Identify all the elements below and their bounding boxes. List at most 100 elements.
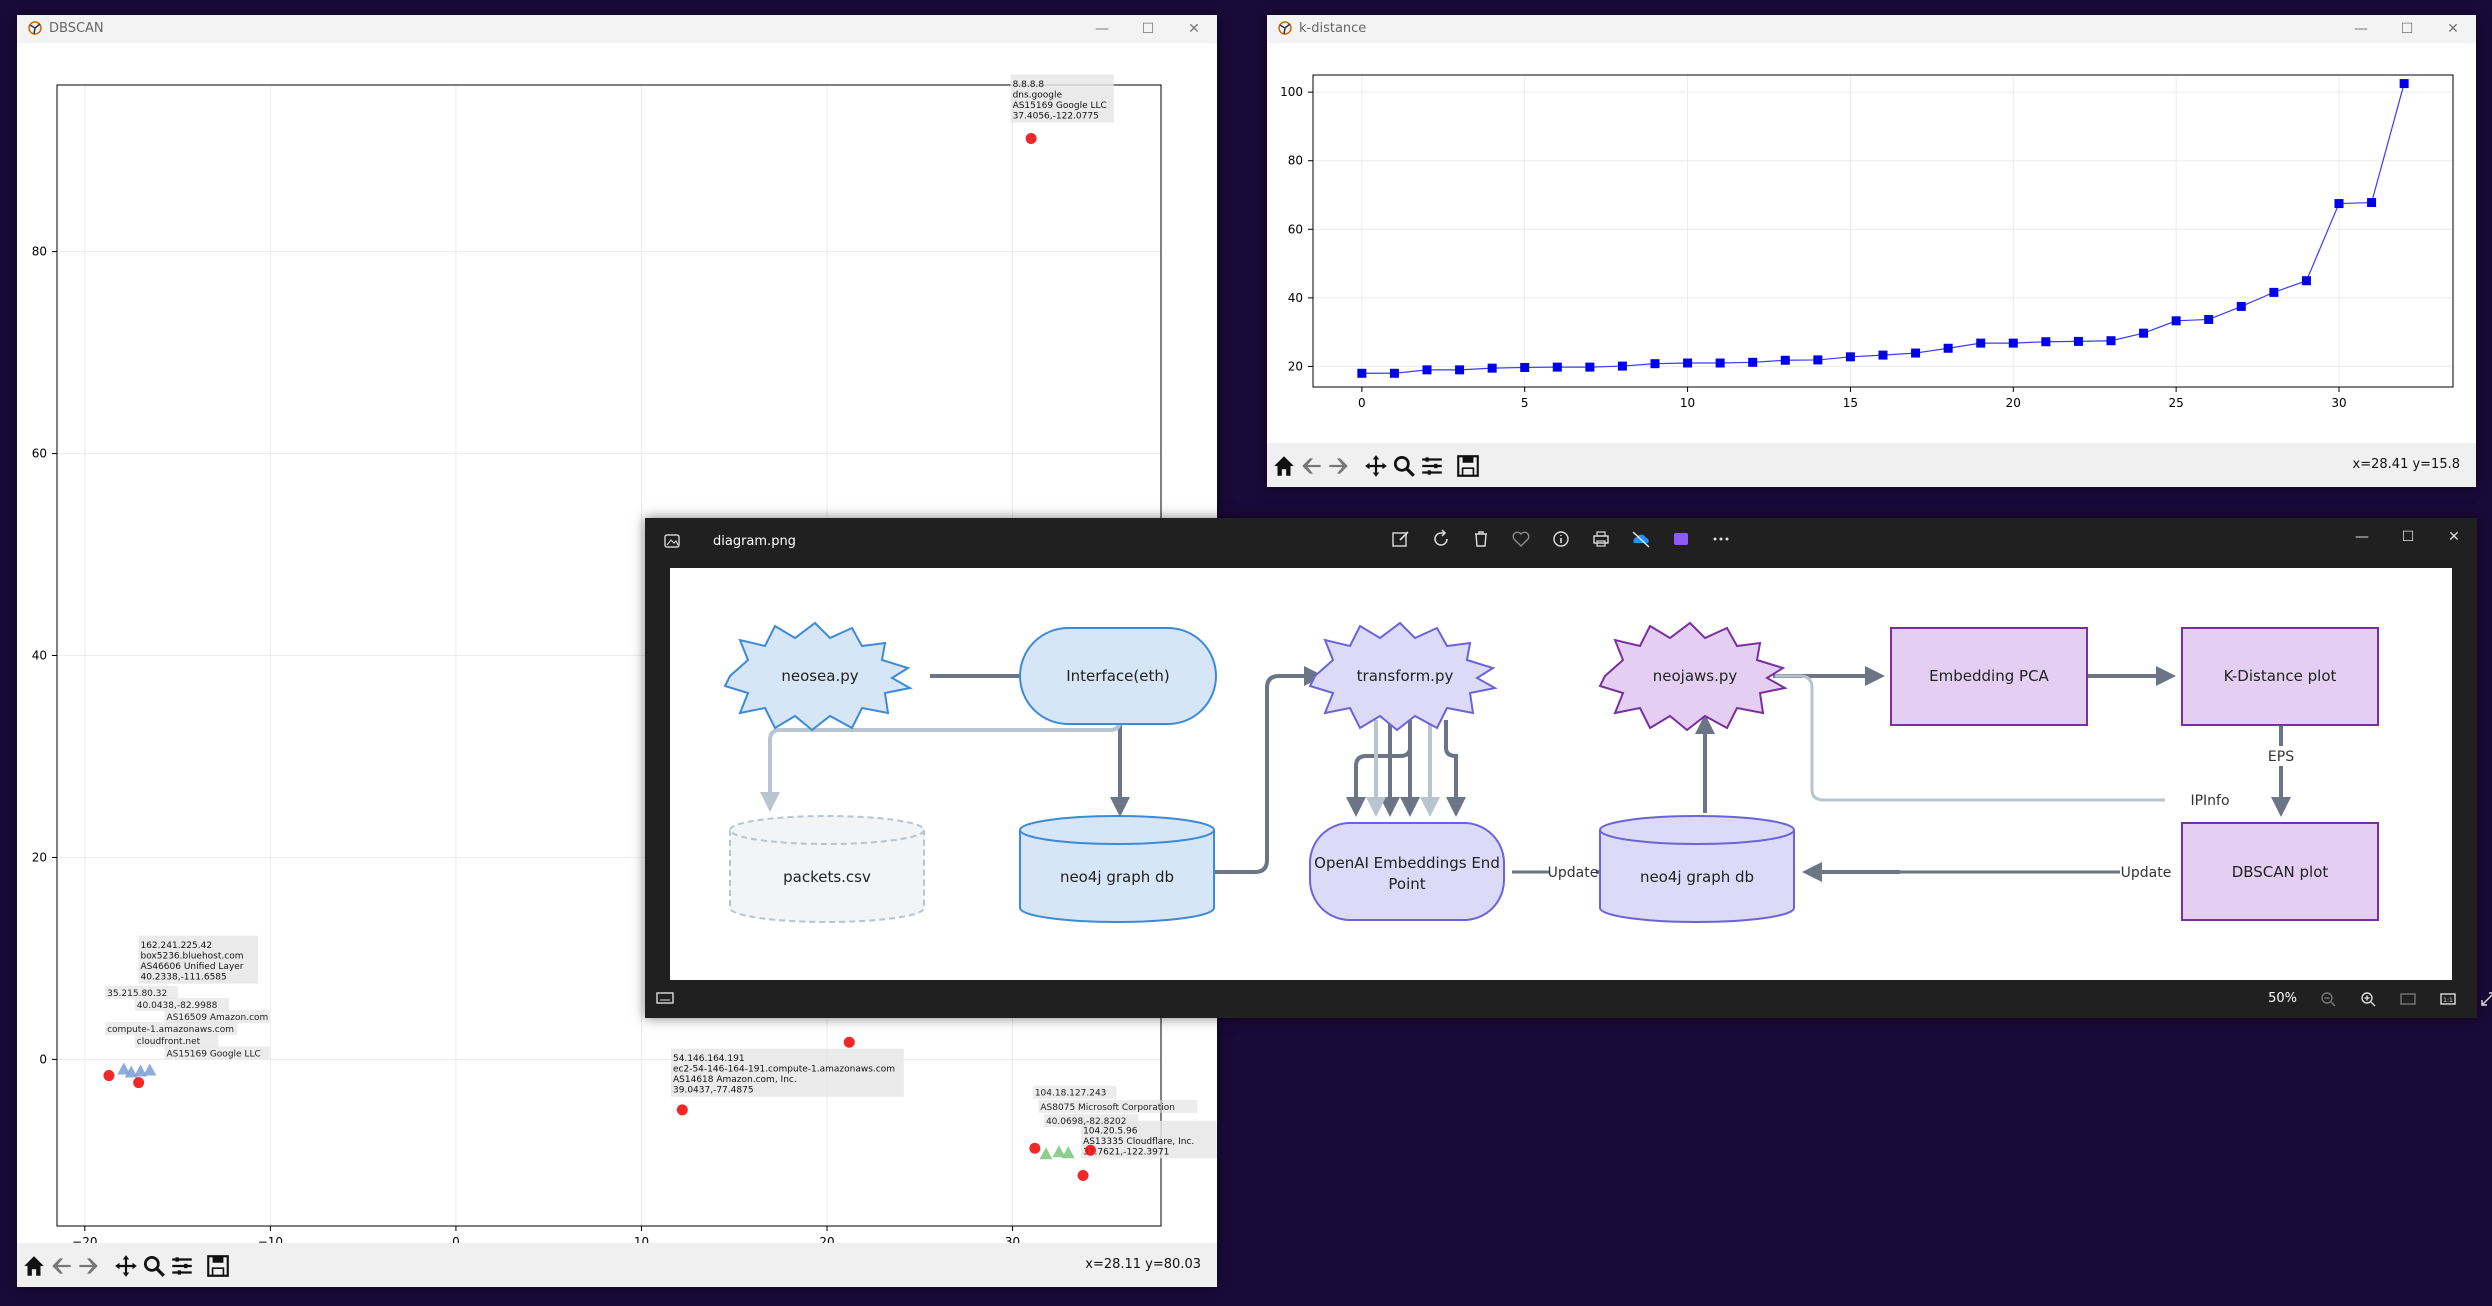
rotate-icon[interactable]: [1430, 528, 1452, 550]
series-line: [1361, 83, 2405, 374]
node-neojaws-label: neojaws.py: [1653, 667, 1738, 685]
save-icon[interactable]: [205, 1253, 231, 1279]
edit-icon[interactable]: [1390, 528, 1412, 550]
scatter-point: [1061, 1146, 1075, 1159]
zoom-level: 50%: [2268, 991, 2297, 1006]
back-arrow-icon[interactable]: [49, 1253, 75, 1279]
close-button[interactable]: ✕: [1171, 15, 1217, 43]
cluster-annotation: AS15169 Google LLC: [164, 1046, 270, 1060]
configure-subplots-icon[interactable]: [1419, 453, 1445, 479]
scatter-point: [1084, 1144, 1096, 1156]
node-neo4j-2: neo4j graph db: [1599, 815, 1795, 923]
x-tick-label: −20: [72, 1235, 97, 1243]
data-point: [2399, 79, 2409, 89]
forward-arrow-icon[interactable]: [75, 1253, 101, 1279]
pan-icon[interactable]: [1363, 453, 1389, 479]
scatter-point: [1029, 1142, 1041, 1154]
save-icon[interactable]: [1455, 453, 1481, 479]
photo-viewer-titlebar[interactable]: diagram.png — ☐ ✕: [645, 518, 2477, 566]
kdistance-titlebar[interactable]: k-distance — ☐ ✕: [1267, 15, 2476, 43]
x-tick-label: 15: [1843, 396, 1858, 410]
annotation-line: cloudfront.net: [137, 1037, 201, 1047]
kdistance-canvas[interactable]: 0 5 10 15 20 25 30 20 40 60 80 100: [1267, 43, 2476, 443]
more-options-icon[interactable]: [1710, 528, 1732, 550]
delete-icon[interactable]: [1470, 528, 1492, 550]
zoom-icon[interactable]: [141, 1253, 167, 1279]
node-kdistance: K-Distance plot: [2181, 627, 2379, 726]
matplotlib-icon: [28, 21, 42, 35]
pan-icon[interactable]: [113, 1253, 139, 1279]
data-point: [2171, 316, 2181, 326]
cursor-coordinates: x=28.41 y=15.8: [2352, 457, 2460, 472]
dbscan-titlebar[interactable]: DBSCAN — ☐ ✕: [17, 15, 1217, 43]
filmstrip-icon[interactable]: [655, 990, 675, 1006]
data-point: [2073, 336, 2083, 346]
annotation-line: AS15169 Google LLC: [1013, 101, 1107, 111]
data-point: [1845, 352, 1855, 362]
back-arrow-icon[interactable]: [1299, 453, 1325, 479]
data-point: [2367, 198, 2377, 208]
data-point: [1780, 355, 1790, 365]
clipchamp-icon[interactable]: [1670, 528, 1692, 550]
node-embedding-pca-label: Embedding PCA: [1929, 667, 2049, 685]
kdistance-toolbar: x=28.41 y=15.8: [1267, 443, 2476, 487]
pipeline-diagram: neosea.py Interface(eth) transform.py ne…: [723, 621, 2379, 923]
cluster-annotation: cloudfront.net: [134, 1034, 219, 1048]
kdistance-window: k-distance — ☐ ✕ 0 5 10 15 20 25 30 20 40 60 80 100…: [1267, 15, 2476, 487]
data-point: [1650, 359, 1660, 369]
scatter-point: [1039, 1147, 1053, 1160]
maximize-button[interactable]: ☐: [2385, 522, 2431, 552]
onedrive-icon[interactable]: [1630, 528, 1652, 550]
minimize-button[interactable]: —: [2339, 522, 2385, 552]
annotation-line: AS14618 Amazon.com, Inc.: [673, 1075, 797, 1085]
minimize-button[interactable]: —: [1079, 15, 1125, 43]
data-point: [1552, 362, 1562, 372]
annotation-line: 54.146.164.191: [673, 1054, 745, 1064]
home-icon[interactable]: [1271, 453, 1297, 479]
annotation-line: 37.4056,-122.0775: [1013, 112, 1099, 122]
fullscreen-icon[interactable]: [2479, 990, 2492, 1008]
node-dbscan-label: DBSCAN plot: [2232, 863, 2329, 881]
y-tick-label: 80: [1288, 154, 1303, 168]
annotation-line: 35.215.80.32: [107, 989, 167, 999]
zoom-in-icon[interactable]: [2359, 990, 2377, 1008]
node-kdistance-label: K-Distance plot: [2224, 667, 2337, 685]
minimize-button[interactable]: —: [2338, 15, 2384, 43]
fit-to-window-icon[interactable]: [2399, 990, 2417, 1008]
zoom-out-icon[interactable]: [2319, 990, 2337, 1008]
cluster-annotation: 40.0438,-82.9988: [134, 997, 230, 1011]
node-packets-label: packets.csv: [783, 868, 871, 886]
data-point: [2204, 314, 2214, 324]
close-button[interactable]: ✕: [2430, 15, 2476, 43]
x-tick-label: 10: [634, 1235, 649, 1243]
y-tick-label: 40: [32, 649, 47, 663]
data-point: [2008, 338, 2018, 348]
y-tick-label: 0: [39, 1052, 47, 1066]
info-icon[interactable]: [1550, 528, 1572, 550]
cluster-annotation: AS16509 Amazon.com: [164, 1010, 270, 1024]
close-button[interactable]: ✕: [2431, 522, 2477, 552]
home-icon[interactable]: [21, 1253, 47, 1279]
x-tick-label: 10: [1680, 396, 1695, 410]
point-annotation: 54.146.164.191ec2-54-146-164-191.compute…: [671, 1048, 904, 1097]
annotation-line: 39.0437,-77.4875: [673, 1086, 754, 1096]
node-interface-label: Interface(eth): [1066, 667, 1169, 685]
maximize-button[interactable]: ☐: [1125, 15, 1171, 43]
maximize-button[interactable]: ☐: [2384, 15, 2430, 43]
print-icon[interactable]: [1590, 528, 1612, 550]
x-tick-label: 0: [1358, 396, 1366, 410]
cluster-annotation: 35.215.80.32: [105, 985, 178, 999]
favorite-icon[interactable]: [1510, 528, 1532, 550]
annotation-line: 104.20.5.96: [1083, 1126, 1138, 1136]
y-tick-label: 20: [1288, 359, 1303, 373]
node-neosea: neosea.py: [723, 621, 913, 732]
actual-size-icon[interactable]: 1:1: [2439, 990, 2457, 1008]
zoom-icon[interactable]: [1391, 453, 1417, 479]
configure-subplots-icon[interactable]: [169, 1253, 195, 1279]
node-openai-label-2: Point: [1388, 875, 1425, 893]
forward-arrow-icon[interactable]: [1325, 453, 1351, 479]
data-point: [1911, 348, 1921, 358]
node-neojaws: neojaws.py: [1598, 621, 1788, 732]
annotation-line: 104.18.127.243: [1035, 1089, 1107, 1099]
x-tick-label: 0: [452, 1235, 460, 1243]
